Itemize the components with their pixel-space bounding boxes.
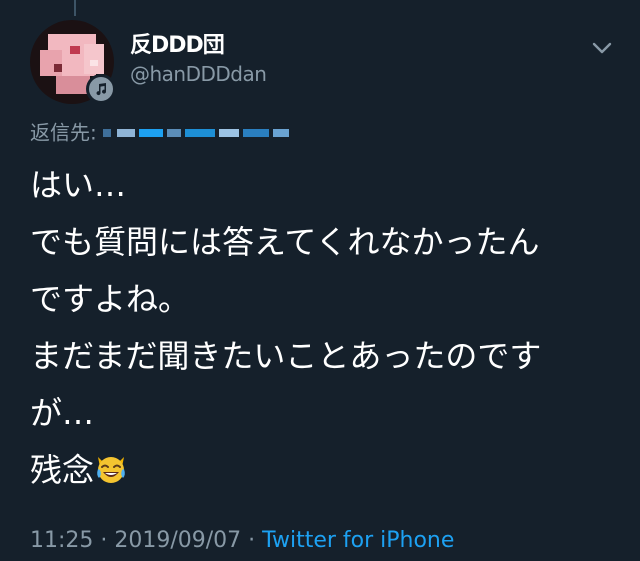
thread-connector-line	[74, 0, 76, 16]
tweet-text-line: が…	[30, 394, 95, 432]
avatar-pixel	[90, 60, 98, 66]
tweet-text-line: はい…	[30, 166, 127, 204]
reply-target-handle[interactable]	[102, 124, 293, 142]
music-note-icon	[96, 83, 107, 96]
avatar-face-shape	[84, 44, 104, 74]
tweet-text-line: でも質問には答えてくれなかったん	[30, 223, 540, 261]
chevron-down-icon[interactable]	[591, 40, 613, 56]
author-display-name[interactable]: 反DDD団	[130, 33, 225, 59]
avatar-face-shape	[40, 50, 62, 76]
obscured-text	[116, 128, 135, 137]
tweet-text-final: 残念	[30, 451, 95, 489]
tweet-text-line: ですよね。	[30, 280, 191, 318]
reply-to-label: 返信先:	[30, 120, 97, 145]
author-handle[interactable]: @hanDDDdan	[130, 62, 267, 86]
obscured-text	[102, 128, 111, 137]
reply-to-line: 返信先:	[30, 118, 293, 146]
tweet-meta: 11:25 · 2019/09/07 · Twitter for iPhone	[30, 527, 454, 555]
tweet-source-link[interactable]: Twitter for iPhone	[262, 528, 454, 553]
avatar-face-shape	[56, 76, 90, 94]
meta-separator: ·	[241, 528, 263, 553]
badge	[86, 74, 116, 104]
avatar-pixel	[54, 64, 62, 72]
tweet-timestamp[interactable]: 11:25 · 2019/09/07	[30, 528, 241, 553]
tweet-text-line: まだまだ聞きたいことあったのです	[30, 337, 542, 375]
tweet-text-last-line: 残念	[30, 442, 620, 499]
avatar-pixel	[70, 46, 80, 54]
obscured-text	[166, 128, 181, 137]
obscured-text	[218, 128, 239, 137]
obscured-text	[242, 128, 269, 137]
tweet-body: はい… でも質問には答えてくれなかったん ですよね。 まだまだ聞きたいことあった…	[30, 157, 620, 499]
obscured-text	[272, 128, 289, 137]
obscured-text	[184, 128, 215, 137]
obscured-text	[138, 128, 163, 137]
crying-laughing-cat-emoji-icon	[97, 457, 125, 483]
